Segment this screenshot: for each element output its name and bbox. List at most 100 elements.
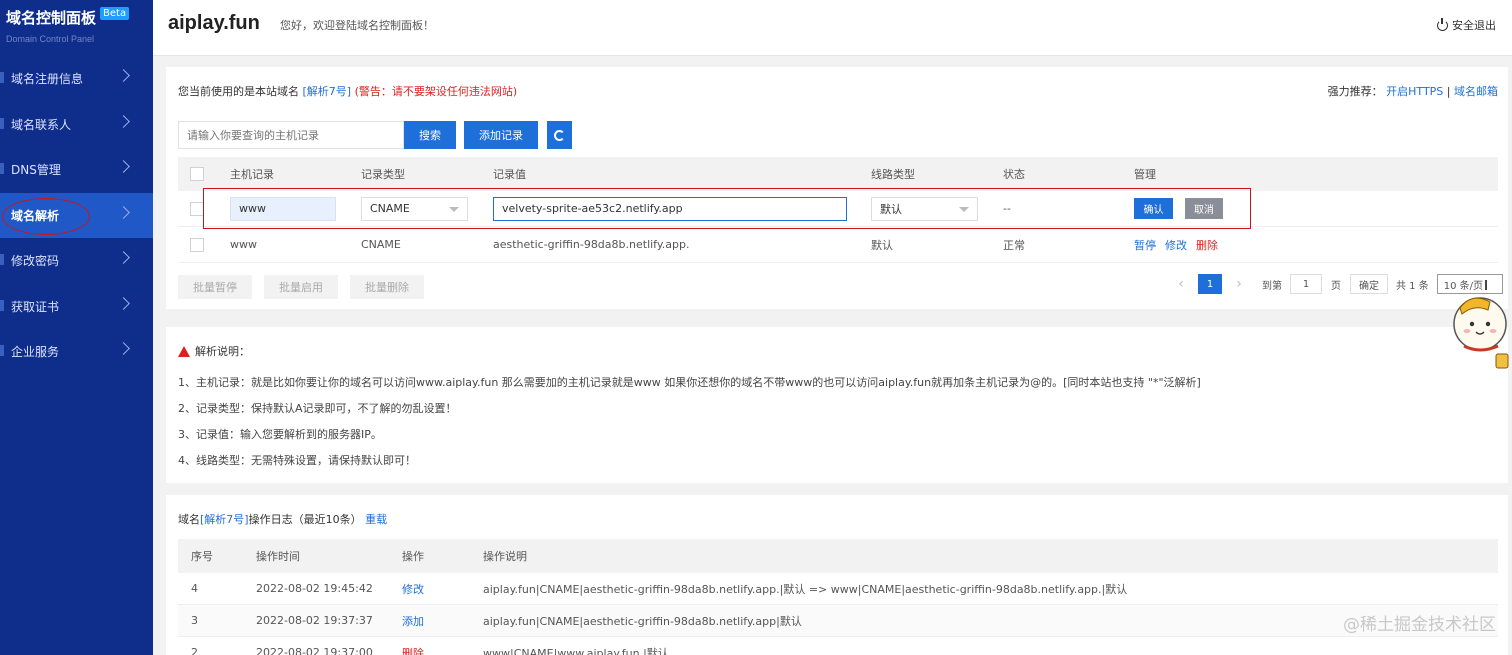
- recommend-label: 强力推荐：: [1327, 85, 1383, 98]
- notice-prefix: 您当前使用的是本站域名: [178, 85, 299, 98]
- manage-cell: 暂停 修改 删除: [1134, 227, 1218, 262]
- bullet-icon: [0, 163, 4, 174]
- add-record-button[interactable]: 添加记录: [464, 121, 538, 149]
- goto-page-input[interactable]: 1: [1290, 274, 1322, 294]
- sidebar-item-certificate[interactable]: 获取证书: [0, 284, 153, 330]
- next-page-button[interactable]: ›: [1226, 276, 1252, 292]
- row-checkbox[interactable]: [190, 237, 204, 252]
- log-col-time: 操作时间: [256, 550, 300, 563]
- col-value: 记录值: [493, 168, 526, 181]
- log-title: 域名[解析7号]操作日志（最近10条） 重载: [178, 511, 387, 527]
- refresh-button[interactable]: [547, 121, 572, 149]
- power-icon: [1437, 17, 1448, 31]
- bullet-icon: [0, 345, 4, 356]
- log-time: 2022-08-02 19:45:42: [256, 582, 373, 595]
- search-input[interactable]: [178, 121, 404, 149]
- log-title-prefix: 域名: [178, 513, 200, 526]
- server-link[interactable]: [解析7号]: [303, 85, 352, 98]
- row-checkbox[interactable]: [190, 201, 204, 216]
- page-title: aiplay.fun: [168, 12, 260, 34]
- sidebar-item-resolution[interactable]: 域名解析: [0, 192, 153, 238]
- description-line: 3、记录值：输入您要解析到的服务器IP。: [178, 428, 382, 441]
- description-line: 4、线路类型：无需特殊设置，请保持默认即可！: [178, 454, 416, 467]
- row-checkbox-cell: [190, 227, 204, 262]
- sidebar-item-label: 获取证书: [11, 299, 60, 314]
- status-cell: 正常: [1003, 238, 1025, 252]
- topbar: aiplay.fun 您好，欢迎登陆域名控制面板！ 安全退出: [153, 0, 1512, 56]
- brand-subtitle: Domain Control Panel: [6, 34, 95, 44]
- highlight-circle: [2, 197, 90, 235]
- sidebar-item-contacts[interactable]: 域名联系人: [0, 102, 153, 148]
- mail-link[interactable]: 域名邮箱: [1454, 85, 1498, 98]
- goto-confirm-button[interactable]: 确定: [1350, 274, 1388, 294]
- recommend: 强力推荐： 开启HTTPS | 域名邮箱: [1328, 83, 1498, 99]
- chevron-right-icon: [117, 251, 130, 264]
- chevron-right-icon: [117, 114, 130, 128]
- log-op: 修改: [402, 582, 424, 596]
- chevron-right-icon: [117, 296, 130, 310]
- log-time: 2022-08-02 19:37:00: [256, 646, 373, 655]
- col-type: 记录类型: [361, 168, 405, 181]
- log-op: 删除: [402, 646, 424, 655]
- line-cell: 默认: [871, 238, 893, 252]
- sidebar-item-dns[interactable]: DNS管理: [0, 147, 153, 193]
- batch-pause-button[interactable]: 批量暂停: [178, 275, 252, 299]
- log-desc: aiplay.fun|CNAME|aesthetic-griffin-98da8…: [483, 614, 802, 628]
- refresh-icon: [554, 129, 565, 141]
- log-col-op: 操作: [402, 550, 424, 563]
- description-line: 2、记录类型：保持默认A记录即可，不了解的勿乱设置！: [178, 402, 457, 415]
- col-status: 状态: [1003, 168, 1025, 181]
- edit-row-highlight-box: [203, 188, 1251, 229]
- https-link[interactable]: 开启HTTPS: [1386, 85, 1443, 98]
- prev-page-button[interactable]: ‹: [1168, 276, 1194, 292]
- batch-delete-button[interactable]: 批量删除: [350, 275, 424, 299]
- warning-icon: [178, 345, 190, 357]
- log-col-no: 序号: [191, 550, 213, 563]
- log-server-link[interactable]: [解析7号]: [200, 513, 249, 526]
- table-row: www CNAME aesthetic-griffin-98da8b.netli…: [178, 227, 1498, 263]
- col-host: 主机记录: [230, 168, 274, 181]
- pause-link[interactable]: 暂停: [1134, 237, 1156, 253]
- value-cell: aesthetic-griffin-98da8b.netlify.app.: [493, 238, 690, 251]
- log-title-suffix: 操作日志（最近10条）: [248, 513, 362, 526]
- sidebar-item-enterprise[interactable]: 企业服务: [0, 329, 153, 375]
- search-button[interactable]: 搜索: [404, 121, 456, 149]
- brand-name: 域名控制面板: [6, 9, 97, 27]
- sidebar-item-password[interactable]: 修改密码: [0, 238, 153, 284]
- description-panel: 解析说明： 1、主机记录：就是比如你要让你的域名可以访问www.aiplay.f…: [166, 327, 1508, 483]
- log-no: 2: [191, 646, 198, 655]
- batch-enable-button[interactable]: 批量启用: [264, 275, 338, 299]
- description-line: 1、主机记录：就是比如你要让你的域名可以访问www.aiplay.fun 那么需…: [178, 376, 1201, 389]
- log-col-desc: 操作说明: [483, 550, 527, 563]
- logout-button[interactable]: 安全退出: [1437, 17, 1496, 33]
- page-current[interactable]: 1: [1198, 274, 1222, 294]
- cat-mascot-icon: [1453, 280, 1509, 369]
- warning-text: (警告：请不要架设任何违法网站): [354, 85, 518, 98]
- sidebar: 域名控制面板 Beta Domain Control Panel 域名注册信息 …: [0, 0, 153, 655]
- brand-title: 域名控制面板 Beta: [6, 7, 153, 28]
- col-manage: 管理: [1134, 168, 1156, 181]
- type-cell: CNAME: [361, 238, 401, 251]
- bullet-icon: [0, 254, 4, 265]
- log-header: 序号 操作时间 操作 操作说明: [178, 539, 1498, 573]
- log-no: 3: [191, 614, 198, 627]
- goto-prefix: 到第: [1262, 280, 1282, 292]
- log-row: 4 2022-08-02 19:45:42 修改 aiplay.fun|CNAM…: [178, 573, 1498, 605]
- delete-link[interactable]: 删除: [1196, 237, 1218, 253]
- beta-badge: Beta: [100, 7, 130, 20]
- total-count: 共 1 条: [1396, 280, 1429, 292]
- select-all-checkbox[interactable]: [190, 167, 204, 181]
- col-line: 线路类型: [871, 168, 915, 181]
- watermark: @稀土掘金技术社区: [1343, 615, 1496, 635]
- log-row: 2 2022-08-02 19:37:00 删除 www|CNAME|www.a…: [178, 637, 1498, 655]
- edit-link[interactable]: 修改: [1165, 237, 1187, 253]
- log-desc: aiplay.fun|CNAME|aesthetic-griffin-98da8…: [483, 582, 1128, 596]
- brand: 域名控制面板 Beta Domain Control Panel: [0, 0, 153, 56]
- table-header: 主机记录 记录类型 记录值 线路类型 状态 管理: [178, 157, 1498, 191]
- log-time: 2022-08-02 19:37:37: [256, 614, 373, 627]
- description-title-text: 解析说明：: [195, 345, 250, 358]
- sidebar-item-registration[interactable]: 域名注册信息: [0, 56, 153, 102]
- reload-link[interactable]: 重载: [365, 513, 387, 526]
- log-desc: www|CNAME|www.aiplay.fun.|默认: [483, 646, 669, 655]
- domain-notice: 您当前使用的是本站域名 [解析7号] (警告：请不要架设任何违法网站): [178, 83, 517, 99]
